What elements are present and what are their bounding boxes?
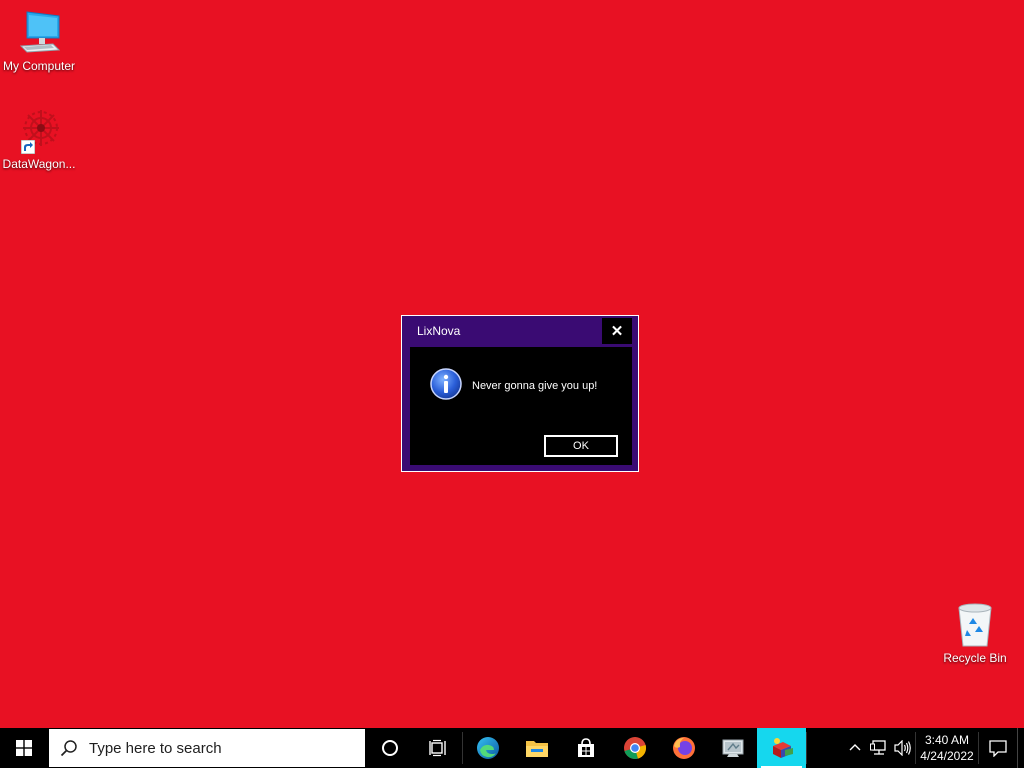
dialog-message: Never gonna give you up! — [472, 380, 598, 392]
ok-button[interactable]: OK — [544, 435, 618, 457]
cortana-button[interactable] — [366, 728, 414, 768]
desktop-icon-label: Recycle Bin — [943, 651, 1007, 665]
chrome-icon — [623, 737, 646, 759]
taskbar-app-edge[interactable] — [463, 728, 512, 768]
info-icon — [430, 368, 462, 400]
desktop: My Computer DataWagon... Recycle Bin Lix… — [0, 0, 1024, 728]
taskbar-separator — [806, 732, 807, 764]
taskbar: Type here to search 3:40 AM 4/24/2022 — [0, 728, 1024, 768]
desktop-icon-datawagon[interactable]: DataWagon... — [0, 106, 79, 171]
search-box[interactable]: Type here to search — [48, 728, 366, 768]
store-icon — [577, 738, 594, 757]
volume-button[interactable] — [891, 728, 915, 768]
folder-icon — [525, 741, 548, 757]
volume-icon — [894, 740, 911, 756]
clock[interactable]: 3:40 AM 4/24/2022 — [916, 728, 978, 768]
action-center-button[interactable] — [979, 728, 1017, 768]
lixnova-app-icon — [772, 738, 793, 758]
dialog-titlebar[interactable]: LixNova ✕ — [402, 316, 638, 345]
taskbar-app-lixnova[interactable] — [757, 728, 806, 768]
message-dialog: LixNova ✕ Never gonna give you up! OK — [401, 315, 639, 472]
control-panel-icon — [722, 739, 743, 757]
windows-logo-icon — [16, 740, 32, 756]
start-button[interactable] — [0, 728, 48, 768]
monitor-icon — [15, 8, 63, 56]
show-hidden-icons-button[interactable] — [843, 728, 867, 768]
desktop-icon-label: DataWagon... — [2, 157, 76, 171]
dialog-content: Never gonna give you up! OK — [410, 347, 632, 465]
notification-icon — [989, 740, 1007, 757]
dialog-title: LixNova — [417, 324, 461, 338]
network-button[interactable] — [867, 728, 891, 768]
edge-icon — [476, 737, 499, 759]
desktop-icon-label: My Computer — [2, 59, 76, 73]
search-placeholder: Type here to search — [89, 739, 222, 757]
search-icon — [49, 739, 89, 757]
datawagon-icon — [15, 106, 63, 154]
task-view-button[interactable] — [414, 728, 462, 768]
desktop-icon-recycle-bin[interactable]: Recycle Bin — [935, 600, 1015, 665]
chevron-up-icon — [849, 744, 861, 751]
firefox-icon — [672, 737, 695, 759]
close-button[interactable]: ✕ — [602, 318, 632, 344]
taskbar-app-firefox[interactable] — [659, 728, 708, 768]
taskbar-app-control-panel[interactable] — [708, 728, 757, 768]
shortcut-arrow-icon — [21, 140, 35, 154]
show-desktop-button[interactable] — [1017, 728, 1024, 768]
clock-time: 3:40 AM — [924, 733, 970, 747]
taskbar-app-store[interactable] — [561, 728, 610, 768]
close-icon: ✕ — [610, 323, 624, 340]
taskbar-app-chrome[interactable] — [610, 728, 659, 768]
clock-date: 4/24/2022 — [920, 749, 974, 763]
network-icon — [870, 740, 886, 755]
desktop-icon-my-computer[interactable]: My Computer — [0, 8, 79, 73]
recycle-bin-icon — [951, 600, 999, 648]
cortana-icon — [382, 740, 398, 756]
system-tray: 3:40 AM 4/24/2022 — [843, 728, 1024, 768]
taskbar-app-file-explorer[interactable] — [512, 728, 561, 768]
task-view-icon — [429, 739, 446, 757]
